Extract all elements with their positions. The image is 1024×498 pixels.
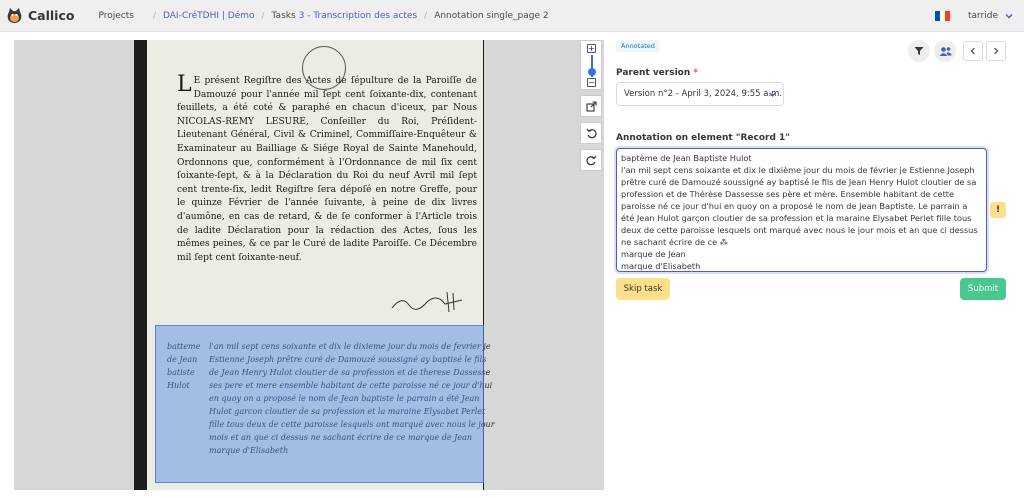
app-name: Callico [28, 8, 75, 23]
parent-version-value: Version n°2 - April 3, 2024, 9:55 a.m. [624, 89, 783, 99]
filter-button[interactable] [908, 40, 930, 62]
breadcrumb-separator: / [261, 10, 265, 21]
chevron-left-icon [970, 47, 975, 55]
parent-version-label: Parent version * [616, 68, 698, 78]
rotate-left-icon [586, 128, 597, 138]
filter-icon [914, 47, 924, 55]
parent-version-select[interactable]: Version n°2 - April 3, 2024, 9:55 a.m. [616, 82, 784, 106]
breadcrumb-separator: / [424, 10, 428, 21]
breadcrumb-project-link[interactable]: DAI-CréTDHI | Démo [163, 11, 255, 21]
callico-logo-icon [6, 7, 23, 24]
signature-mark [391, 291, 463, 313]
printed-dropcap: L [177, 72, 192, 97]
chevron-right-icon [994, 47, 999, 55]
printed-text: LE présent Regiſtre des Actes de ſépultu… [177, 72, 477, 265]
zoom-slider-handle[interactable] [588, 68, 596, 76]
zoom-in-button[interactable]: + [587, 44, 596, 53]
printed-paragraph: E présent Regiſtre des Actes de ſépultur… [177, 76, 477, 263]
submit-button[interactable]: Submit [960, 278, 1006, 300]
next-button[interactable] [986, 41, 1006, 61]
annotation-panel: Annotated Parent version * Version n°2 -… [616, 0, 1016, 498]
rotate-right-button[interactable] [580, 149, 602, 171]
image-viewer[interactable]: LE présent Regiſtre des Actes de ſépultu… [14, 40, 604, 490]
zoom-control: + − [580, 40, 602, 90]
breadcrumb: / DAI-CréTDHI | Démo / Tasks 3 - Transcr… [146, 11, 549, 21]
parent-version-label-text: Parent version [616, 68, 691, 78]
external-link-icon [585, 100, 597, 112]
open-external-button[interactable] [580, 95, 602, 117]
required-mark: * [693, 68, 699, 78]
skip-task-button[interactable]: Skip task [616, 278, 670, 300]
viewer-toolbar: + − [578, 40, 604, 171]
rotate-right-icon [585, 155, 596, 165]
zoom-out-button[interactable]: − [587, 78, 596, 87]
annotation-textarea[interactable]: baptème de Jean Baptiste Hulot l'an mil … [616, 148, 987, 272]
nav-projects-link[interactable]: Projects [98, 11, 133, 21]
breadcrumb-separator: / [152, 10, 156, 21]
users-icon [939, 46, 951, 56]
previous-button[interactable] [963, 41, 983, 61]
breadcrumb-tasks-link[interactable]: 3 - Transcription des actes [299, 11, 417, 21]
users-button[interactable] [934, 40, 956, 62]
breadcrumb-current: Annotation single_page 2 [434, 10, 549, 21]
annotation-label: Annotation on element "Record 1" [616, 133, 790, 143]
brand[interactable]: Callico [6, 7, 74, 24]
warning-badge[interactable]: ! [990, 202, 1006, 218]
status-badge: Annotated [616, 40, 660, 52]
rotate-left-button[interactable] [580, 122, 602, 144]
breadcrumb-tasks-prefix: Tasks [271, 10, 296, 21]
chevron-down-icon [769, 92, 776, 97]
annotation-region-highlight[interactable] [155, 325, 484, 483]
